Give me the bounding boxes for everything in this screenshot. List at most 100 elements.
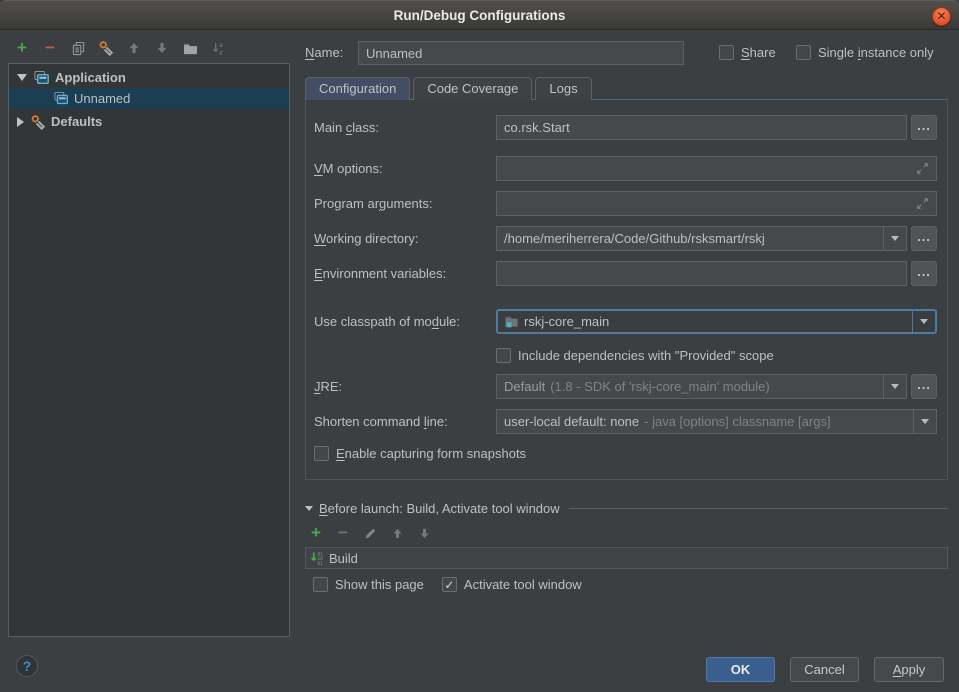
chevron-collapsed-icon[interactable] — [17, 117, 24, 127]
working-directory-combo[interactable]: /home/meriherrera/Code/Github/rsksmart/r… — [496, 226, 907, 251]
ok-button[interactable]: OK — [706, 657, 775, 682]
activate-tool-window-label: Activate tool window — [464, 577, 582, 592]
move-down-icon[interactable] — [154, 40, 170, 56]
configurations-toolbar: + − az — [14, 38, 226, 58]
classpath-module-label: Use classpath of module: — [314, 314, 496, 329]
tab-bar: Configuration Code Coverage Logs — [305, 77, 592, 100]
dropdown-arrow-icon[interactable] — [883, 375, 906, 398]
main-class-row: Main class: co.rsk.Start ... — [314, 115, 937, 140]
expand-field-icon[interactable] — [916, 197, 929, 210]
include-provided-checkbox[interactable]: Include dependencies with "Provided" sco… — [496, 348, 774, 363]
expand-field-icon[interactable] — [916, 162, 929, 175]
include-provided-label: Include dependencies with "Provided" sco… — [518, 348, 774, 363]
working-directory-row: Working directory: /home/meriherrera/Cod… — [314, 226, 937, 251]
svg-text:a: a — [218, 42, 222, 49]
tab-configuration[interactable]: Configuration — [305, 77, 410, 100]
dropdown-arrow-icon[interactable] — [913, 410, 936, 433]
checkbox-icon — [796, 45, 811, 60]
checkbox-icon — [313, 577, 328, 592]
tree-item-label: Application — [55, 70, 126, 85]
shorten-value-secondary: - java [options] classname [args] — [644, 414, 830, 429]
main-class-field[interactable]: co.rsk.Start — [496, 115, 907, 140]
vm-options-label: VM options: — [314, 161, 496, 176]
name-label: Name: — [305, 45, 343, 60]
wrench-gear-icon — [30, 114, 46, 130]
form-snapshots-row: Enable capturing form snapshots — [314, 445, 937, 461]
add-task-icon[interactable]: + — [308, 525, 324, 541]
help-icon[interactable]: ? — [16, 655, 38, 677]
program-arguments-field[interactable] — [496, 191, 937, 216]
tab-code-coverage[interactable]: Code Coverage — [413, 77, 532, 100]
include-provided-row: Include dependencies with "Provided" sco… — [314, 347, 937, 363]
tab-label: Configuration — [319, 81, 396, 96]
configuration-tab-panel: Main class: co.rsk.Start ... VM options:… — [305, 99, 948, 480]
create-folder-icon[interactable] — [182, 40, 198, 56]
task-item-build[interactable]: Build — [329, 551, 358, 566]
dropdown-arrow-icon[interactable] — [912, 311, 935, 332]
jre-row: JRE: Default (1.8 - SDK of 'rskj-core_ma… — [314, 374, 937, 399]
move-up-icon[interactable] — [126, 40, 142, 56]
chevron-expanded-icon[interactable] — [305, 506, 313, 511]
classpath-module-row: Use classpath of module: rskj-core_main — [314, 308, 937, 335]
environment-variables-row: Environment variables: ... — [314, 261, 937, 286]
tab-label: Code Coverage — [427, 81, 518, 96]
svg-text:z: z — [218, 49, 222, 55]
copy-configuration-icon[interactable] — [70, 40, 86, 56]
move-down-icon[interactable] — [416, 525, 432, 541]
main-class-label: Main class: — [314, 120, 496, 135]
before-launch-toolbar: + − — [308, 525, 432, 541]
edit-pencil-icon[interactable] — [362, 525, 378, 541]
close-icon[interactable]: ✕ — [932, 7, 951, 26]
tab-label: Logs — [549, 81, 577, 96]
activate-tool-window-checkbox[interactable]: Activate tool window — [442, 577, 582, 592]
vm-options-field[interactable] — [496, 156, 937, 181]
dropdown-arrow-icon[interactable] — [883, 227, 906, 250]
name-row: Name: Share Single instance only — [305, 41, 947, 65]
main-class-browse-button[interactable]: ... — [911, 115, 937, 140]
title-bar[interactable]: Run/Debug Configurations ✕ — [0, 0, 959, 30]
tab-logs[interactable]: Logs — [535, 77, 591, 100]
single-instance-label: Single instance only — [818, 45, 934, 60]
form-snapshots-label: Enable capturing form snapshots — [336, 446, 526, 461]
configurations-tree: Application Unnamed Defaults — [8, 63, 290, 637]
run-debug-configurations-dialog: Run/Debug Configurations ✕ + − az — [0, 0, 959, 692]
show-this-page-label: Show this page — [335, 577, 424, 592]
remove-task-icon[interactable]: − — [335, 525, 351, 541]
environment-variables-field[interactable] — [496, 261, 907, 286]
checkbox-icon — [442, 577, 457, 592]
sort-alphabetically-icon[interactable]: az — [210, 40, 226, 56]
jre-combo[interactable]: Default (1.8 - SDK of 'rskj-core_main' m… — [496, 374, 907, 399]
tree-item-defaults[interactable]: Defaults — [9, 111, 289, 132]
jre-browse-button[interactable]: ... — [911, 374, 937, 399]
single-instance-checkbox[interactable]: Single instance only — [796, 45, 934, 60]
share-checkbox[interactable]: Share — [719, 45, 776, 60]
separator-line — [569, 508, 948, 509]
svg-text:01: 01 — [318, 561, 324, 566]
tree-item-unnamed[interactable]: Unnamed — [9, 88, 289, 109]
add-configuration-icon[interactable]: + — [14, 40, 30, 56]
edit-templates-wrench-icon[interactable] — [98, 40, 114, 56]
working-directory-label: Working directory: — [314, 231, 496, 246]
application-icon — [53, 91, 69, 106]
shorten-command-line-combo[interactable]: user-local default: none - java [options… — [496, 409, 937, 434]
checkbox-icon — [719, 45, 734, 60]
chevron-expanded-icon[interactable] — [17, 74, 27, 81]
environment-variables-browse-button[interactable]: ... — [911, 261, 937, 286]
jre-value-primary: Default — [504, 379, 545, 394]
working-directory-browse-button[interactable]: ... — [911, 226, 937, 251]
classpath-module-combo[interactable]: rskj-core_main — [496, 309, 937, 334]
checkbox-icon — [496, 348, 511, 363]
window-title: Run/Debug Configurations — [0, 1, 959, 30]
tree-item-application[interactable]: Application — [9, 67, 289, 88]
before-launch-header[interactable]: Before launch: Build, Activate tool wind… — [305, 501, 948, 516]
name-input[interactable] — [358, 41, 684, 65]
remove-configuration-icon[interactable]: − — [42, 40, 58, 56]
jre-value-secondary: (1.8 - SDK of 'rskj-core_main' module) — [550, 379, 770, 394]
apply-button[interactable]: Apply — [874, 657, 944, 682]
application-icon — [33, 70, 50, 86]
move-up-icon[interactable] — [389, 525, 405, 541]
environment-variables-label: Environment variables: — [314, 266, 496, 281]
cancel-button[interactable]: Cancel — [790, 657, 859, 682]
form-snapshots-checkbox[interactable]: Enable capturing form snapshots — [314, 446, 526, 461]
show-this-page-checkbox[interactable]: Show this page — [313, 577, 424, 592]
